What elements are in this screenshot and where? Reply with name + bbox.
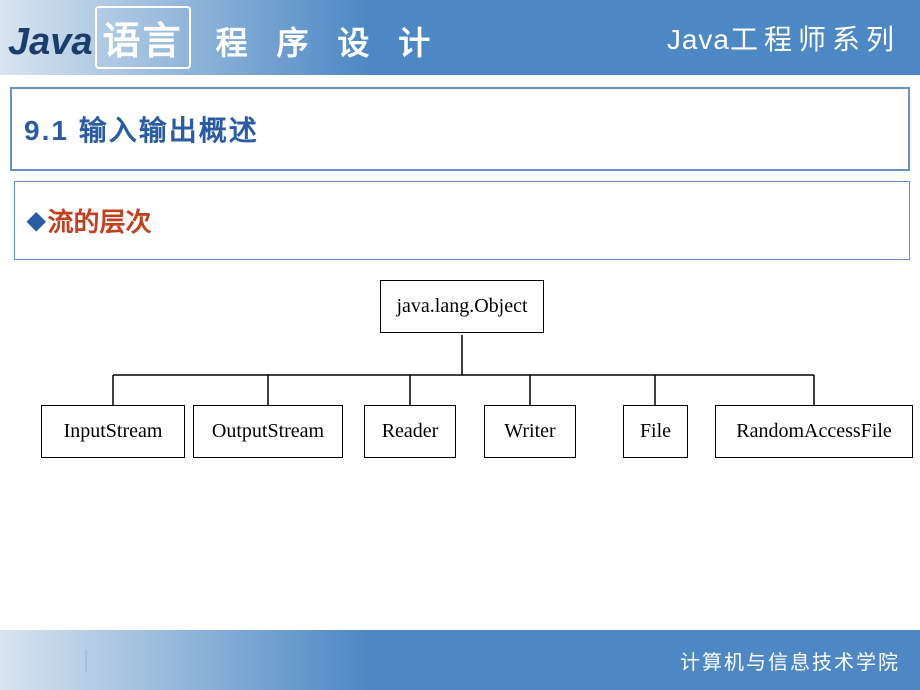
header-right: Java工程师系列 xyxy=(667,18,900,58)
footer-divider: | xyxy=(83,646,91,674)
diagram-root: java.lang.Object xyxy=(380,280,544,333)
diagram-child-writer: Writer xyxy=(484,405,576,458)
subsection-box: ◆ 流的层次 xyxy=(14,181,910,260)
subsection: ◆ 流的层次 xyxy=(27,202,897,239)
diagram-child-outputstream: OutputStream xyxy=(193,405,343,458)
header-java: Java xyxy=(8,21,93,64)
header-yuyan: 语言 xyxy=(95,6,191,69)
slide-header: Java 语言 程 序 设 计 Java工程师系列 xyxy=(0,0,920,75)
diagram-child-file: File xyxy=(623,405,688,458)
section-title: 9.1 输入输出概述 xyxy=(24,109,896,149)
section-title-box: 9.1 输入输出概述 xyxy=(10,87,910,171)
slide-content: 9.1 输入输出概述 ◆ 流的层次 java.lang.Object Input… xyxy=(0,75,920,492)
footer-text: 计算机与信息技术学院 xyxy=(680,646,900,675)
hierarchy-diagram: java.lang.Object InputStream OutputStrea… xyxy=(10,280,910,480)
header-right-text: 工程师系列 xyxy=(730,24,900,55)
header-right-java: Java xyxy=(667,24,730,55)
slide-footer: | 计算机与信息技术学院 xyxy=(0,630,920,690)
header-subtitle: 程 序 设 计 xyxy=(216,18,441,64)
diagram-child-reader: Reader xyxy=(364,405,456,458)
diamond-bullet-icon: ◆ xyxy=(27,206,45,235)
header-left: Java 语言 程 序 设 计 xyxy=(8,6,440,69)
diagram-child-randomaccessfile: RandomAccessFile xyxy=(715,405,913,458)
diagram-child-inputstream: InputStream xyxy=(41,405,185,458)
subsection-text: 流的层次 xyxy=(47,202,151,239)
